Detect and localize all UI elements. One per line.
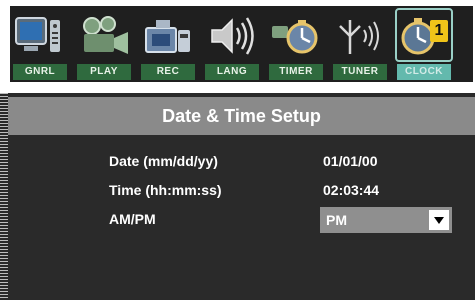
tab-timer[interactable]: TIMER bbox=[266, 6, 326, 82]
time-label: Time (hh:mm:ss) bbox=[109, 182, 222, 198]
clock-badge: 1 bbox=[430, 20, 448, 42]
tab-label: TUNER bbox=[333, 64, 387, 80]
tab-label: PLAY bbox=[77, 64, 131, 80]
tab-lang[interactable]: LANG bbox=[202, 6, 262, 82]
time-value[interactable]: 02:03:44 bbox=[323, 182, 379, 198]
tab-label: GNRL bbox=[13, 64, 67, 80]
tab-strip: GNRL PLAY REC LANG TIMER TUNER 1 CLOCK bbox=[10, 6, 473, 82]
ampm-select[interactable]: PM bbox=[320, 207, 452, 233]
date-label: Date (mm/dd/yy) bbox=[109, 153, 218, 169]
tab-rec[interactable]: REC bbox=[138, 6, 198, 82]
chevron-down-icon[interactable] bbox=[429, 210, 449, 230]
tab-clock[interactable]: 1 CLOCK bbox=[394, 6, 454, 82]
tab-play[interactable]: PLAY bbox=[74, 6, 134, 82]
menu-toolbar: GNRL PLAY REC LANG TIMER TUNER 1 CLOCK bbox=[0, 0, 475, 84]
speaker-icon bbox=[211, 17, 254, 55]
ampm-selected-value: PM bbox=[326, 212, 347, 228]
timer-icon bbox=[272, 20, 318, 54]
tab-gnrl[interactable]: GNRL bbox=[10, 6, 70, 82]
tab-tuner[interactable]: TUNER bbox=[330, 6, 390, 82]
antenna-icon bbox=[339, 20, 379, 54]
ampm-label: AM/PM bbox=[109, 211, 156, 227]
camcorder-icon bbox=[145, 20, 190, 53]
tab-label: CLOCK bbox=[397, 64, 451, 80]
date-time-panel: Date & Time Setup bbox=[0, 93, 475, 300]
date-value[interactable]: 01/01/00 bbox=[323, 153, 378, 169]
panel-edge-decoration bbox=[0, 93, 8, 300]
panel-title: Date & Time Setup bbox=[8, 97, 475, 135]
tab-label: LANG bbox=[205, 64, 259, 80]
tab-label: TIMER bbox=[269, 64, 323, 80]
tv-remote-icon bbox=[15, 17, 60, 52]
tab-label: REC bbox=[141, 64, 195, 80]
projector-icon bbox=[83, 16, 128, 54]
